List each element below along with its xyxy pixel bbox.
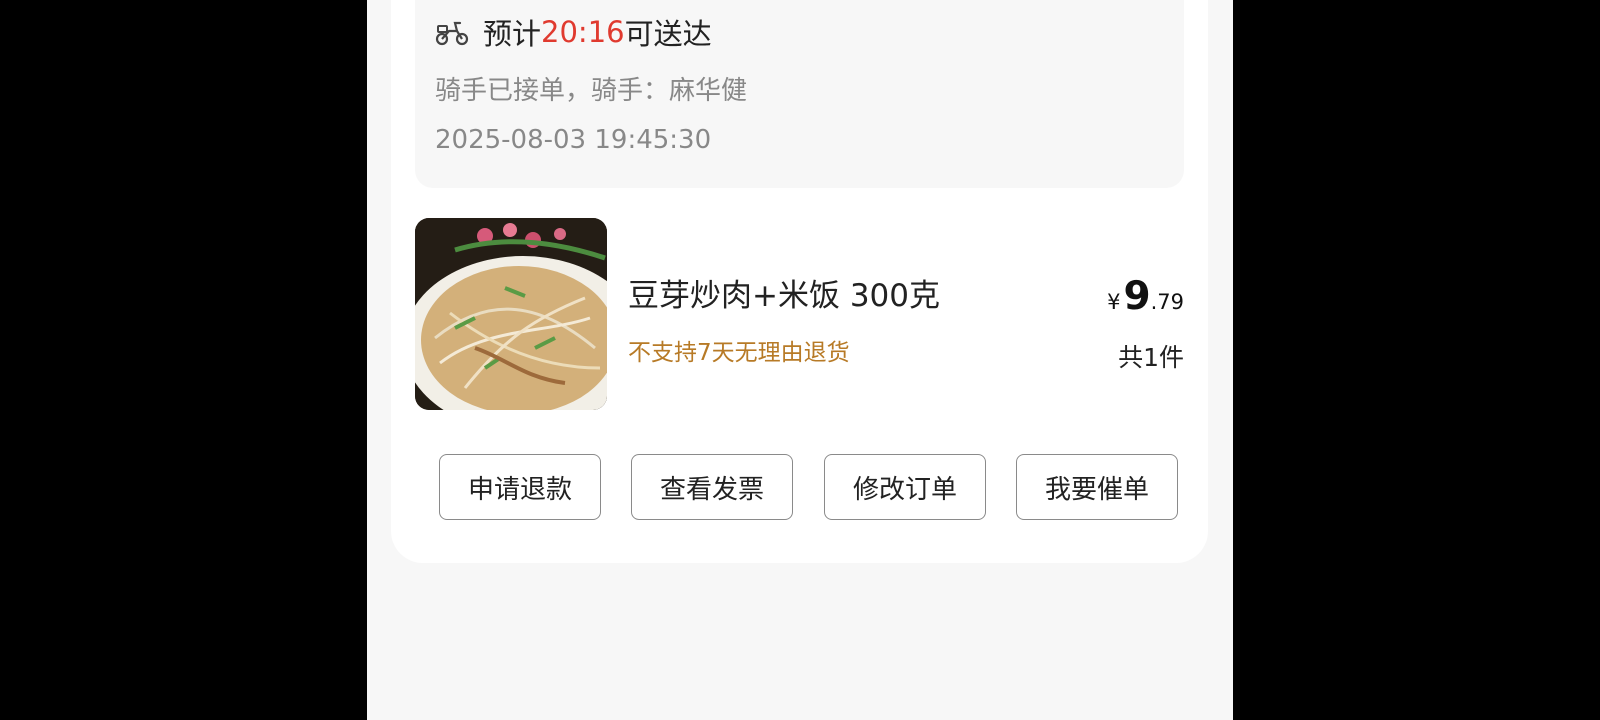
eta-suffix: 可送达 <box>624 17 712 51</box>
return-policy-note: 不支持7天无理由退货 <box>628 340 850 366</box>
rider-status: 骑手已接单，骑手：麻华健 <box>435 76 748 106</box>
modify-order-button[interactable]: 修改订单 <box>824 454 986 520</box>
order-item[interactable]: 豆芽炒肉+米饭 300克 不支持7天无理由退货 ¥ 9 .79 共1件 <box>415 218 1184 414</box>
urge-order-button[interactable]: 我要催单 <box>1016 454 1178 520</box>
item-thumbnail[interactable] <box>415 218 607 410</box>
price-currency: ¥ <box>1107 290 1121 314</box>
view-invoice-button[interactable]: 查看发票 <box>631 454 793 520</box>
price-integer: 9 <box>1123 274 1151 319</box>
order-card: 预计 20:16 可送达 骑手已接单，骑手：麻华健 2025-08-03 19:45… <box>391 0 1208 563</box>
eta-time: 20:16 <box>541 15 625 49</box>
status-timestamp: 2025-08-03 19:45:30 <box>435 125 712 155</box>
item-name[interactable]: 豆芽炒肉+米饭 300克 <box>628 270 940 315</box>
item-quantity: 共1件 <box>1118 343 1184 372</box>
price-decimal: .79 <box>1150 290 1184 314</box>
scooter-icon <box>435 17 469 47</box>
eta-row: 预计 20:16 可送达 <box>435 12 712 52</box>
delivery-status-panel: 预计 20:16 可送达 骑手已接单，骑手：麻华健 2025-08-03 19:45… <box>415 0 1184 188</box>
eta-prefix: 预计 <box>483 17 542 51</box>
refund-button[interactable]: 申请退款 <box>439 454 601 520</box>
order-actions: 申请退款 查看发票 修改订单 我要催单 <box>439 454 1183 522</box>
item-price: ¥ 9 .79 <box>1107 274 1184 319</box>
order-detail-screen: 预计 20:16 可送达 骑手已接单，骑手：麻华健 2025-08-03 19:45… <box>367 0 1233 720</box>
